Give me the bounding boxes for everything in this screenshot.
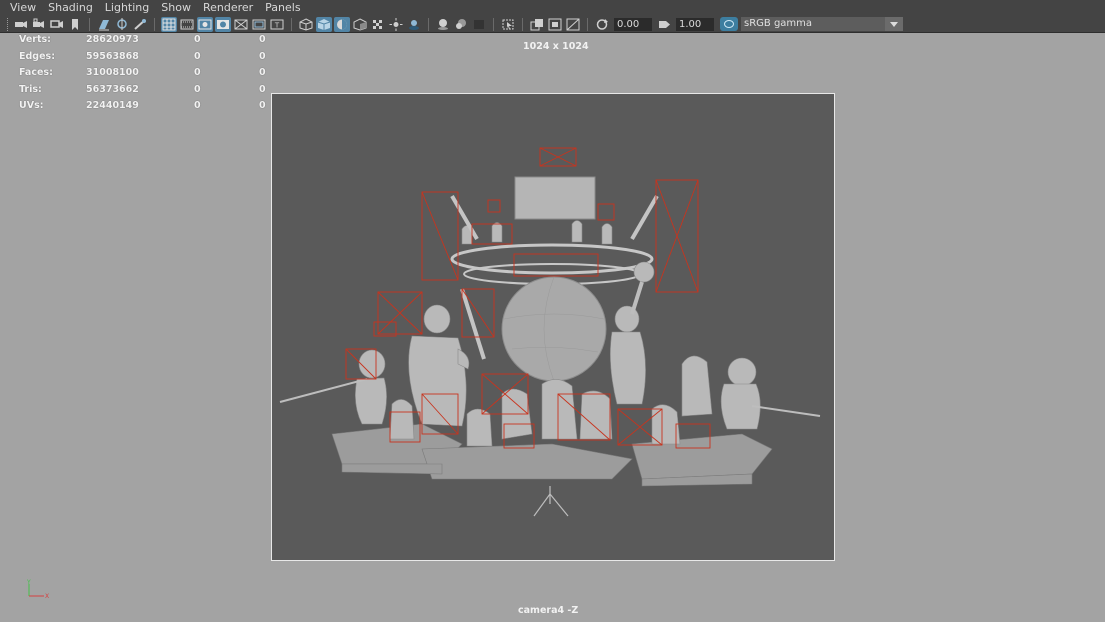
textured-icon[interactable] [370,17,386,32]
frame-all-icon[interactable] [529,17,545,32]
hud-value-selected: 0 [194,67,201,78]
default-material-icon[interactable] [352,17,368,32]
hud-label: Tris: [19,83,42,95]
safe-title-icon[interactable]: T [269,17,285,32]
hud-value-components: 0 [259,34,266,45]
resolution-gate[interactable] [271,93,835,561]
hud-value-total: 56373662 [86,83,139,95]
view-transform-select[interactable]: sRGB gamma [741,17,903,31]
menu-panels[interactable]: Panels [265,0,300,16]
menu-lighting[interactable]: Lighting [105,0,149,16]
toolbar-separator [428,17,429,31]
viewport-toolbar: T 0.00 1.00 sRGB gamma [0,16,1105,33]
field-chart-icon[interactable] [233,17,249,32]
toolbar-separator [291,17,292,31]
scene-render[interactable] [272,94,835,561]
camera-attributes-icon[interactable] [49,17,65,32]
gamma-field[interactable]: 1.00 [676,17,714,31]
menu-shading[interactable]: Shading [48,0,93,16]
toolbar-separator [154,17,155,31]
xray-icon[interactable] [435,17,451,32]
hud-value-components: 0 [259,83,266,95]
view-transform-value: sRGB gamma [744,18,813,29]
toolbar-separator [493,17,494,31]
scene-stand [533,486,569,517]
wireframe-on-shaded-icon[interactable] [334,16,350,32]
xray-components-icon[interactable] [471,17,487,32]
hud-value-total: 31008100 [86,67,139,78]
resolution-gate-label: 1024 x 1024 [523,41,589,52]
svg-text:T: T [274,21,280,29]
hud-value-selected: 0 [194,34,201,45]
hud-label: Faces: [19,67,53,78]
camera-name-label: camera4 -Z [518,605,579,616]
color-management-toggle-icon[interactable] [720,17,738,31]
axis-y-label: Y [26,579,31,586]
image-plane-icon[interactable] [96,17,112,32]
camera-lock-icon[interactable] [31,17,47,32]
xray-joints-icon[interactable] [453,17,469,32]
hud-value-components: 0 [259,67,266,78]
toolbar-grip[interactable] [7,17,9,31]
hud-label: Edges: [19,50,55,62]
hud-value-total: 28620973 [86,34,139,45]
toolbar-separator [587,17,588,31]
exposure-reset-icon[interactable] [594,17,610,32]
frame-selection-icon[interactable] [547,17,563,32]
menu-renderer[interactable]: Renderer [203,0,253,16]
scene-backboard [514,176,596,220]
safe-action-icon[interactable] [251,17,267,32]
resolution-gate-icon[interactable] [197,16,213,32]
camera-select-icon[interactable] [13,17,29,32]
lights-icon[interactable] [388,17,404,32]
hud-value-total: 22440149 [86,100,139,111]
exposure-field[interactable]: 0.00 [614,17,652,31]
view-axis-gizmo: Y X [26,579,49,600]
smooth-shade-icon[interactable] [316,16,332,32]
shadows-icon[interactable] [406,17,422,32]
menu-view[interactable]: View [10,0,36,16]
hud-value-selected: 0 [194,50,201,62]
bookmark-icon[interactable] [67,17,83,32]
hud-label: Verts: [19,34,51,45]
menu-show[interactable]: Show [161,0,191,16]
scene-basketball [501,276,607,382]
chevron-down-icon[interactable] [885,17,903,31]
hud-label: UVs: [19,100,44,111]
isolate-select-icon[interactable] [500,17,516,32]
ambient-occlusion-icon[interactable] [565,17,581,32]
grid-snap-icon[interactable] [114,17,130,32]
toolbar-separator [522,17,523,31]
hud-value-selected: 0 [194,100,201,111]
axis-x-label: X [45,593,49,600]
viewport-menubar: View Shading Lighting Show Renderer Pane… [0,0,1105,16]
film-gate-icon[interactable] [179,17,195,32]
wireframe-icon[interactable] [298,17,314,32]
gamma-reset-icon[interactable] [656,17,672,32]
pan-zoom-icon[interactable] [132,17,148,32]
hud-value-components: 0 [259,50,266,62]
hud-value-total: 59563868 [86,50,139,62]
hud-value-components: 0 [259,100,266,111]
gate-mask-icon[interactable] [215,16,231,32]
hud-value-selected: 0 [194,83,201,95]
toolbar-separator [89,17,90,31]
grid-icon[interactable] [161,16,177,32]
